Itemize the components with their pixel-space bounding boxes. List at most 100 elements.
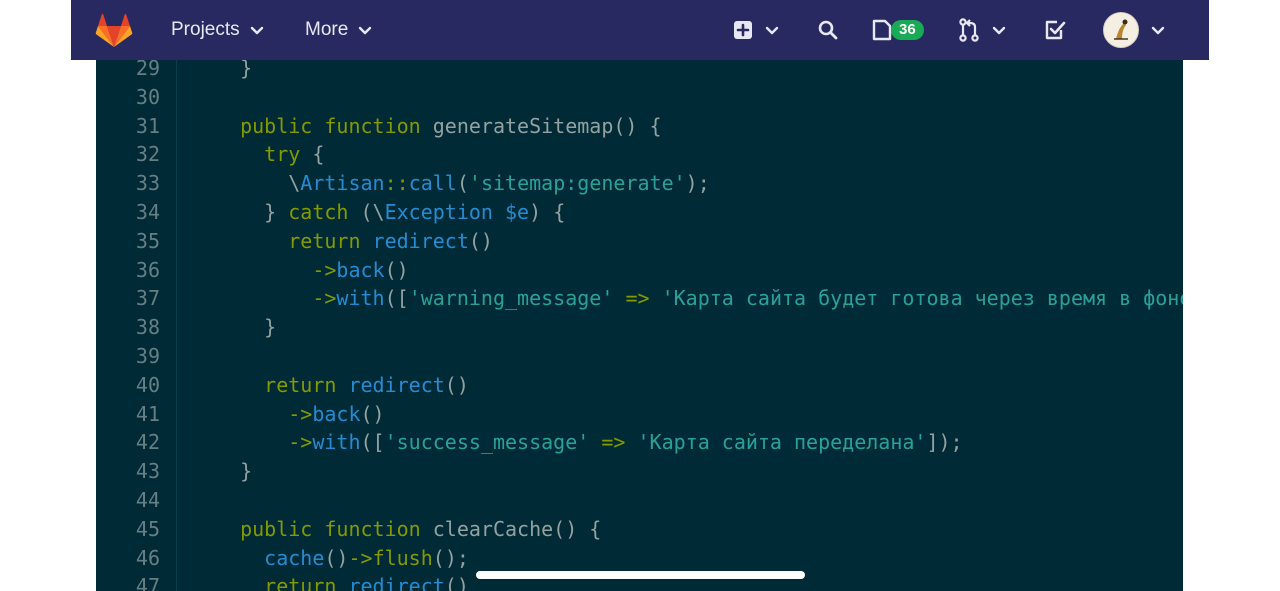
code-token: () [324,545,349,570]
code-token: () [360,401,385,426]
line-number[interactable]: 33 [96,169,160,198]
code-token: => [601,430,626,455]
user-menu[interactable] [1103,0,1165,60]
chevron-down-icon [250,26,263,34]
code-token: 'sitemap:generate' [468,171,686,196]
code-viewer[interactable]: 29 } 30 31 public function generateSitemap… [96,60,1183,591]
code-token: } [216,459,253,484]
more-menu[interactable]: More [305,0,372,60]
line-number[interactable]: 42 [96,428,160,457]
code-line: 42 ->with(['success_message' => 'Карта с… [96,428,1183,457]
line-number[interactable]: 44 [96,486,160,515]
code-token: with [336,286,385,311]
code-token: () [468,228,493,253]
line-number[interactable]: 46 [96,544,160,573]
code-line: 44 [96,486,1183,515]
code-token: 'Карта сайта будет готова через время в … [661,286,1183,311]
code-line: 46 cache()->flush(); [96,544,1183,573]
code-token: clearCache() { [420,516,602,541]
code-line: 37 ->with(['warning_message' => 'Карта с… [96,284,1183,313]
code-token: redirect [348,574,445,591]
code-token: $e [505,199,530,224]
code-token: -> [216,401,313,426]
merge-requests-dropdown[interactable] [958,0,1006,60]
search-button[interactable] [818,0,838,60]
code-token: try [216,142,301,167]
code-token: Artisan [300,171,385,196]
avatar [1103,12,1139,48]
code-token: function [324,516,421,541]
line-number[interactable]: 34 [96,198,160,227]
code-token: cache [216,545,325,570]
line-number[interactable]: 43 [96,457,160,486]
code-token: 'success_message' [384,430,590,455]
code-line: 41 ->back() [96,400,1183,429]
code-text: } [216,60,252,83]
code-token: 'warning_message' [408,286,614,311]
line-number[interactable]: 45 [96,515,160,544]
chevron-down-icon [1151,26,1165,34]
code-text: ->back() [216,256,408,285]
merge-request-icon [959,18,979,42]
code-token: } [216,199,289,224]
gitlab-logo-icon[interactable] [95,12,133,48]
code-line: 30 [96,83,1183,112]
code-token: back [336,257,385,282]
code-line: 32 try { [96,140,1183,169]
code-token: function [324,113,421,138]
line-number[interactable]: 30 [96,83,160,112]
avatar-figure-icon [1114,19,1128,40]
code-text: } catch (\Exception $e) { [216,198,565,227]
code-line: 43 } [96,457,1183,486]
line-number[interactable]: 29 [96,60,160,83]
code-text: ->back() [216,400,385,429]
code-token: => [625,286,650,311]
home-indicator[interactable] [476,571,805,579]
code-token: } [216,60,253,80]
chevron-down-icon [992,26,1006,34]
todo-checkbox-icon [1045,20,1066,40]
code-token: ]); [926,430,963,455]
code-line: 34 } catch (\Exception $e) { [96,198,1183,227]
projects-label: Projects [171,19,240,40]
code-token: ); [685,171,710,196]
line-number[interactable]: 32 [96,140,160,169]
code-line: 31 public function generateSitemap() { [96,112,1183,141]
code-token: { [300,142,325,167]
code-token: 'Карта сайта переделана' [637,430,927,455]
line-number[interactable]: 37 [96,284,160,313]
code-line: 45 public function clearCache() { [96,515,1183,544]
line-number[interactable]: 41 [96,400,160,429]
line-number[interactable]: 47 [96,572,160,591]
todos-button[interactable] [1044,0,1066,60]
code-token: -> [216,286,337,311]
issues-button[interactable]: 36 [871,0,924,60]
code-token: return [216,228,361,253]
code-text: try { [216,140,324,169]
line-number[interactable]: 36 [96,256,160,285]
code-text: public function clearCache() { [216,515,601,544]
line-number[interactable]: 31 [96,112,160,141]
code-text: cache()->flush(); [216,544,469,573]
line-number[interactable]: 40 [96,371,160,400]
code-token: ( [456,171,469,196]
line-number[interactable]: 39 [96,342,160,371]
code-token: -> [216,257,337,282]
new-item-dropdown[interactable] [733,0,779,60]
code-token: :: [384,171,409,196]
line-number[interactable]: 35 [96,227,160,256]
code-token: flush [372,545,433,570]
code-token: generateSitemap() { [420,113,662,138]
code-token: Exception [384,199,493,224]
line-number[interactable]: 38 [96,313,160,342]
code-text: public function generateSitemap() { [216,112,662,141]
issues-icon [872,19,892,41]
code-text: ->with(['success_message' => 'Карта сайт… [216,428,963,457]
projects-menu[interactable]: Projects [171,0,264,60]
